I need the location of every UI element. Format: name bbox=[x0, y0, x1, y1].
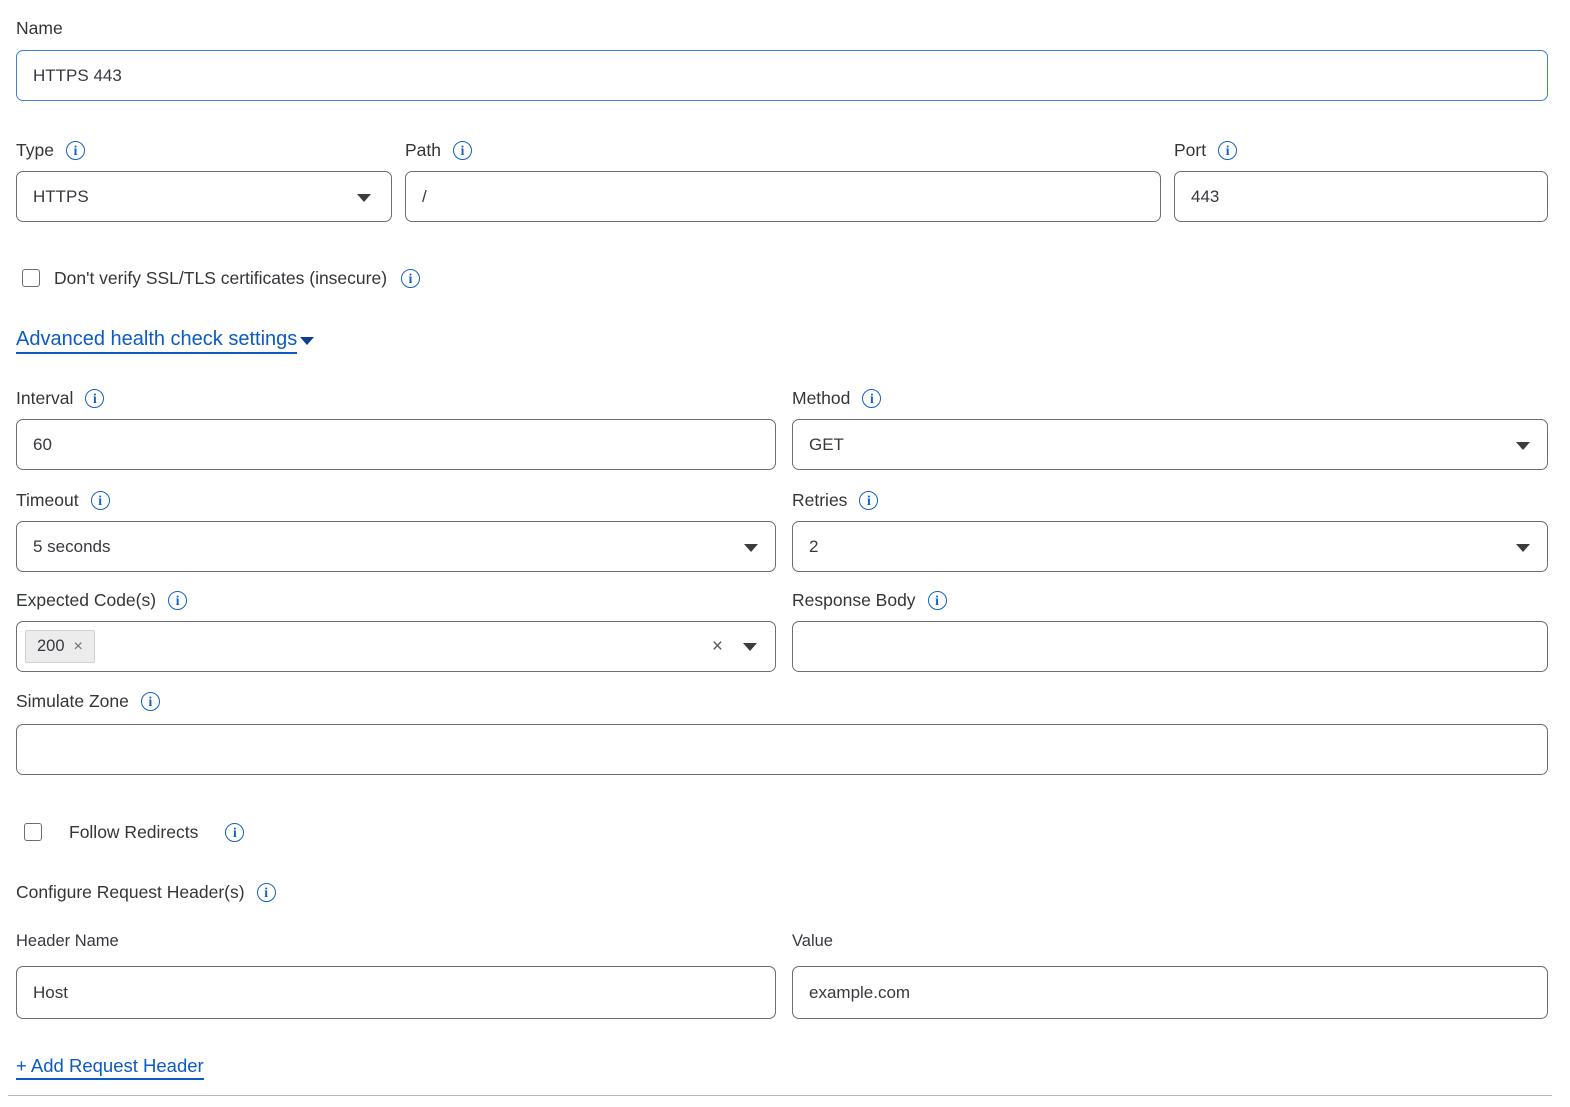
health-check-form: Name Type i HTTPS Path i Port i bbox=[16, 16, 1548, 1096]
retries-label: Retries bbox=[792, 488, 847, 512]
chevron-down-icon bbox=[1516, 442, 1530, 450]
multiselect-controls: × bbox=[712, 637, 757, 656]
interval-input[interactable] bbox=[16, 419, 776, 470]
info-icon[interactable]: i bbox=[91, 491, 110, 510]
info-icon[interactable]: i bbox=[859, 491, 878, 510]
response-body-label: Response Body bbox=[792, 588, 916, 612]
type-path-port-row: Type i HTTPS Path i Port i bbox=[16, 138, 1548, 222]
response-body-input[interactable] bbox=[792, 621, 1548, 672]
ssl-verify-label: Don't verify SSL/TLS certificates (insec… bbox=[54, 266, 387, 290]
method-field: Method i GET bbox=[792, 386, 1548, 470]
header-row: Header Name Value bbox=[16, 931, 1548, 1019]
add-header-row: + Add Request Header bbox=[16, 1053, 1548, 1080]
header-value-input[interactable] bbox=[792, 966, 1548, 1019]
type-field: Type i HTTPS bbox=[16, 138, 392, 222]
name-field: Name bbox=[16, 16, 1548, 101]
simulate-zone-field: Simulate Zone i bbox=[16, 689, 1548, 775]
chevron-down-icon bbox=[357, 194, 371, 202]
expected-code-tag: 200 × bbox=[25, 630, 95, 663]
retries-select[interactable]: 2 bbox=[792, 521, 1548, 572]
chevron-down-icon bbox=[300, 337, 314, 345]
info-icon[interactable]: i bbox=[168, 591, 187, 610]
simulate-zone-label: Simulate Zone bbox=[16, 689, 129, 713]
retries-field: Retries i 2 bbox=[792, 488, 1548, 572]
header-value-field: Value bbox=[792, 931, 1548, 1019]
configure-headers-label: Configure Request Header(s) bbox=[16, 880, 245, 904]
expected-codes-multiselect[interactable]: 200 × × bbox=[16, 621, 776, 672]
clear-selection-icon[interactable]: × bbox=[712, 637, 723, 656]
info-icon[interactable]: i bbox=[453, 141, 472, 160]
header-name-field: Header Name bbox=[16, 931, 776, 1019]
response-body-field: Response Body i bbox=[792, 588, 1548, 672]
info-icon[interactable]: i bbox=[401, 269, 420, 288]
info-icon[interactable]: i bbox=[225, 823, 244, 842]
interval-field: Interval i bbox=[16, 386, 776, 470]
path-input[interactable] bbox=[405, 171, 1161, 222]
follow-redirects-checkbox[interactable] bbox=[24, 823, 42, 841]
info-icon[interactable]: i bbox=[66, 141, 85, 160]
timeout-select-value: 5 seconds bbox=[33, 537, 111, 557]
info-icon[interactable]: i bbox=[141, 692, 160, 711]
timeout-select[interactable]: 5 seconds bbox=[16, 521, 776, 572]
expected-codes-label: Expected Code(s) bbox=[16, 588, 156, 612]
follow-redirects-label: Follow Redirects bbox=[69, 820, 198, 844]
expected-codes-field: Expected Code(s) i 200 × × bbox=[16, 588, 776, 672]
advanced-settings-link[interactable]: Advanced health check settings bbox=[16, 327, 297, 354]
type-select[interactable]: HTTPS bbox=[16, 171, 392, 222]
method-select-value: GET bbox=[809, 435, 844, 455]
section-divider bbox=[8, 1095, 1552, 1096]
method-select[interactable]: GET bbox=[792, 419, 1548, 470]
info-icon[interactable]: i bbox=[1218, 141, 1237, 160]
simulate-zone-input[interactable] bbox=[16, 724, 1548, 775]
header-name-label: Header Name bbox=[16, 932, 119, 950]
path-label: Path bbox=[405, 138, 441, 162]
retries-select-value: 2 bbox=[809, 537, 818, 557]
name-label: Name bbox=[16, 16, 63, 40]
chevron-down-icon[interactable] bbox=[743, 643, 757, 651]
advanced-settings-row: Advanced health check settings bbox=[16, 327, 1548, 354]
method-label: Method bbox=[792, 386, 850, 410]
follow-redirects-row: Follow Redirects i bbox=[16, 820, 1548, 844]
info-icon[interactable]: i bbox=[85, 389, 104, 408]
header-value-label: Value bbox=[792, 932, 833, 950]
timeout-field: Timeout i 5 seconds bbox=[16, 488, 776, 572]
info-icon[interactable]: i bbox=[257, 883, 276, 902]
type-select-value: HTTPS bbox=[33, 187, 89, 207]
info-icon[interactable]: i bbox=[928, 591, 947, 610]
name-input[interactable] bbox=[16, 50, 1548, 101]
remove-tag-icon[interactable]: × bbox=[74, 639, 83, 655]
info-icon[interactable]: i bbox=[862, 389, 881, 408]
port-label: Port bbox=[1174, 138, 1206, 162]
path-field: Path i bbox=[405, 138, 1161, 222]
port-input[interactable] bbox=[1174, 171, 1548, 222]
configure-headers-row: Configure Request Header(s) i bbox=[16, 880, 1548, 904]
port-field: Port i bbox=[1174, 138, 1548, 222]
ssl-verify-row: Don't verify SSL/TLS certificates (insec… bbox=[16, 266, 1548, 290]
chevron-down-icon bbox=[1516, 544, 1530, 552]
type-label: Type bbox=[16, 138, 54, 162]
add-request-header-link[interactable]: + Add Request Header bbox=[16, 1053, 204, 1080]
chevron-down-icon bbox=[744, 544, 758, 552]
header-name-input[interactable] bbox=[16, 966, 776, 1019]
ssl-verify-checkbox[interactable] bbox=[22, 269, 40, 287]
advanced-grid: Interval i Method i GET Timeout i 5 seco… bbox=[16, 386, 1548, 672]
expected-code-tag-value: 200 bbox=[37, 637, 65, 656]
interval-label: Interval bbox=[16, 386, 73, 410]
timeout-label: Timeout bbox=[16, 488, 79, 512]
